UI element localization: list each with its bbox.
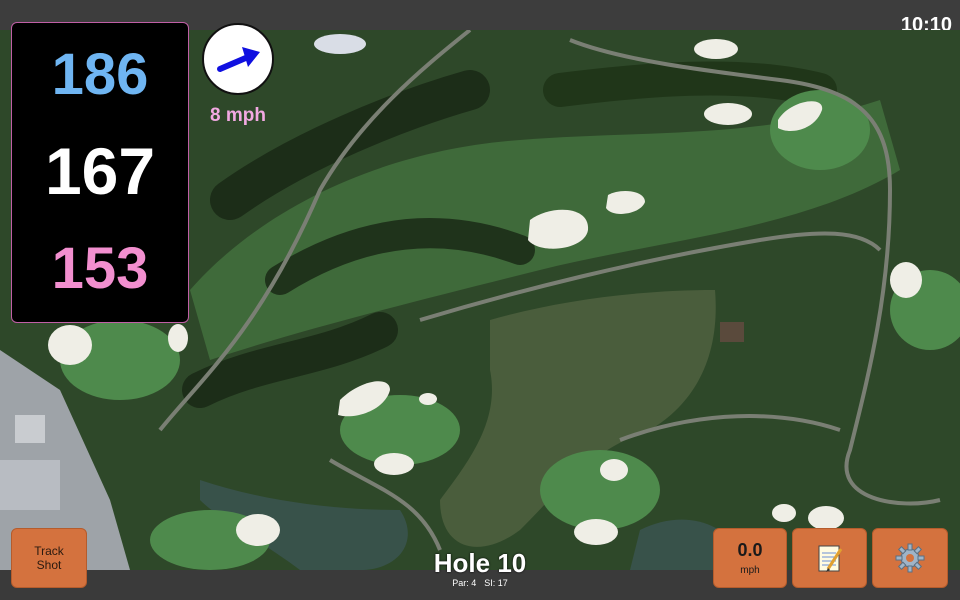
arrow-right-icon	[217, 47, 260, 72]
track-shot-button[interactable]: Track Shot	[11, 528, 87, 588]
wind-button[interactable]: 0.0 mph	[713, 528, 787, 588]
back-distance: 186	[51, 42, 149, 107]
gear-icon	[895, 543, 925, 573]
hole-stroke-index: SI: 17	[484, 578, 508, 588]
settings-button[interactable]	[872, 528, 948, 588]
hole-info: Par: 4 SI: 17	[380, 578, 580, 588]
wind-direction-indicator	[202, 23, 274, 95]
front-distance: 153	[51, 236, 149, 301]
track-shot-label-line2: Shot	[36, 558, 62, 572]
wind-value: 0.0	[737, 540, 763, 560]
notepad-icon	[818, 545, 842, 572]
track-shot-label-line1: Track	[34, 544, 64, 558]
hole-title: Hole 10	[433, 548, 527, 578]
wind-speed-label: 8 mph	[210, 105, 266, 126]
hole-par: Par: 4	[452, 578, 477, 588]
notes-button[interactable]	[792, 528, 867, 588]
distance-panel: 186 167 153	[11, 22, 189, 323]
middle-distance: 167	[44, 134, 156, 208]
wind-unit: mph	[740, 565, 760, 576]
